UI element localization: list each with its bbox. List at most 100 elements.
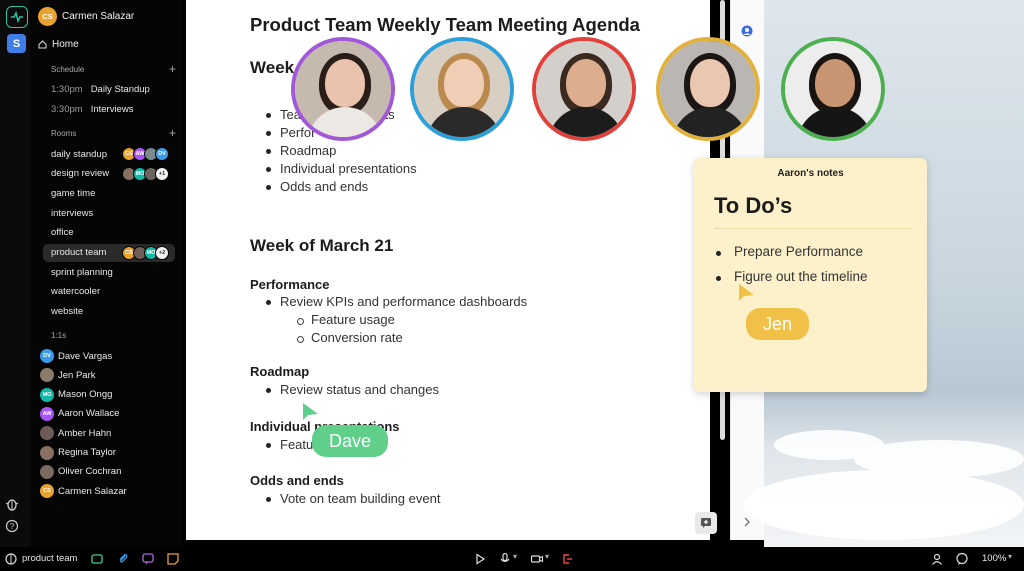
list-item: Roadmap bbox=[266, 143, 417, 161]
avatar: CS bbox=[40, 484, 54, 499]
play-icon[interactable] bbox=[473, 552, 487, 566]
room-item-sprint-planning[interactable]: sprint planning bbox=[43, 263, 175, 281]
add-schedule-icon[interactable]: + bbox=[169, 63, 176, 75]
odds-heading: Odds and ends bbox=[250, 473, 344, 488]
avatar: +2 bbox=[155, 245, 169, 260]
room-item-daily-standup[interactable]: daily standup CS AW DV bbox=[43, 145, 175, 163]
room-item-interviews[interactable]: interviews bbox=[43, 204, 175, 222]
bug-icon[interactable] bbox=[5, 497, 19, 511]
room-avatars: CS MO +2 bbox=[122, 245, 169, 260]
zoom-level[interactable]: 100% bbox=[982, 553, 1006, 564]
participant-face bbox=[325, 59, 365, 107]
avatar bbox=[40, 445, 54, 460]
dm-item[interactable]: Oliver Cochran bbox=[40, 464, 121, 479]
participant-5-video-tile[interactable] bbox=[781, 37, 885, 141]
room-item-design-review[interactable]: design review MO +1 bbox=[43, 165, 175, 183]
room-item-watercooler[interactable]: watercooler bbox=[43, 283, 175, 301]
avatar: DV bbox=[155, 147, 169, 161]
roadmap-list: Review status and changes bbox=[266, 382, 439, 400]
dave-cursor-label: Dave bbox=[312, 425, 388, 457]
note-divider bbox=[714, 228, 912, 229]
dm-item[interactable]: AW Aaron Wallace bbox=[40, 406, 120, 421]
profile-icon[interactable] bbox=[741, 25, 753, 37]
room-label: game time bbox=[51, 187, 96, 199]
comment-icon[interactable] bbox=[955, 552, 969, 566]
schedule-item[interactable]: 3:30pm Interviews bbox=[51, 104, 133, 115]
dm-item[interactable]: MO Mason Ongg bbox=[40, 387, 113, 402]
help-icon[interactable]: ? bbox=[5, 519, 19, 533]
current-user[interactable]: CS Carmen Salazar bbox=[38, 7, 134, 26]
leave-icon[interactable] bbox=[560, 552, 574, 566]
participant-face bbox=[815, 59, 855, 107]
camera-icon[interactable] bbox=[530, 552, 544, 566]
sticky-note-icon[interactable] bbox=[166, 552, 180, 566]
list-item: Featu bbox=[266, 437, 313, 455]
paperclip-icon[interactable] bbox=[116, 552, 130, 566]
bottom-toolbar: product team ▾ ▾ 100% ▾ bbox=[0, 547, 1024, 571]
room-label: office bbox=[51, 227, 74, 239]
list-item: Review KPIs and performance dashboards bbox=[266, 294, 527, 312]
chevron-down-icon[interactable]: ▾ bbox=[1008, 552, 1012, 561]
avatar: MO bbox=[40, 387, 54, 402]
schedule-title: Daily Standup bbox=[90, 84, 150, 95]
dm-name: Mason Ongg bbox=[58, 389, 113, 401]
room-label: interviews bbox=[51, 207, 94, 219]
participant-face bbox=[690, 59, 730, 107]
add-comment-button[interactable] bbox=[695, 512, 717, 534]
room-item-office[interactable]: office bbox=[43, 224, 175, 242]
screen-share-icon[interactable] bbox=[90, 552, 104, 566]
schedule-time: 3:30pm bbox=[51, 104, 83, 115]
sticky-note[interactable]: Aaron's notes To Do’s Prepare Performanc… bbox=[694, 158, 927, 392]
room-label: sprint planning bbox=[51, 266, 113, 278]
room-item-website[interactable]: website bbox=[43, 303, 175, 321]
participant-4-video-tile[interactable] bbox=[656, 37, 760, 141]
jen-cursor-icon bbox=[739, 284, 754, 301]
participant-2-video-tile[interactable] bbox=[410, 37, 514, 141]
dm-item[interactable]: Jen Park bbox=[40, 368, 96, 383]
comment-plus-icon bbox=[701, 518, 711, 528]
rooms-label: Rooms bbox=[51, 129, 77, 138]
odds-list: Vote on team building event bbox=[266, 491, 440, 509]
person-icon[interactable] bbox=[930, 552, 944, 566]
roadmap-heading: Roadmap bbox=[250, 364, 310, 379]
dm-name: Jen Park bbox=[58, 369, 96, 381]
app-logo-icon[interactable] bbox=[6, 6, 28, 28]
chat-bubble-icon[interactable] bbox=[141, 552, 155, 566]
dm-name: Aaron Wallace bbox=[58, 408, 120, 420]
performance-sublist: Feature usage Conversion rate bbox=[297, 312, 403, 348]
participant-1-video-tile[interactable] bbox=[291, 37, 395, 141]
avatar: +1 bbox=[155, 166, 169, 181]
dm-item[interactable]: Regina Taylor bbox=[40, 445, 116, 460]
week1-heading: Week bbox=[250, 58, 295, 77]
participant-3-video-tile[interactable] bbox=[532, 37, 636, 141]
microphone-icon[interactable] bbox=[498, 552, 512, 566]
note-header: Aaron's notes bbox=[777, 168, 844, 179]
room-icon[interactable] bbox=[4, 552, 18, 566]
participant-face bbox=[444, 59, 484, 107]
home-link[interactable]: Home bbox=[38, 39, 79, 50]
dave-cursor-icon bbox=[303, 403, 318, 420]
dm-item[interactable]: DV Dave Vargas bbox=[40, 349, 112, 363]
performance-list: Review KPIs and performance dashboards bbox=[266, 294, 527, 312]
room-item-product-team[interactable]: product team CS MO +2 bbox=[43, 243, 175, 262]
sub-list-item: Feature usage bbox=[297, 312, 403, 330]
room-label: website bbox=[51, 306, 84, 318]
note-title: To Do’s bbox=[714, 193, 793, 218]
chevron-right-icon[interactable] bbox=[743, 517, 751, 527]
workspace-button[interactable]: S bbox=[7, 34, 26, 53]
list-item: Vote on team building event bbox=[266, 491, 440, 509]
dm-item[interactable]: CS Carmen Salazar bbox=[40, 484, 127, 499]
performance-heading: Performance bbox=[250, 277, 330, 292]
list-item: Odds and ends bbox=[266, 179, 417, 197]
dm-item[interactable]: Amber Hahn bbox=[40, 426, 111, 441]
schedule-item[interactable]: 1:30pm Daily Standup bbox=[51, 84, 150, 95]
room-avatars: MO +1 bbox=[122, 166, 169, 181]
current-room-name[interactable]: product team bbox=[22, 553, 77, 564]
dms-label: 1:1s bbox=[51, 331, 67, 340]
room-item-game-time[interactable]: game time bbox=[43, 184, 175, 202]
add-room-icon[interactable]: + bbox=[169, 127, 176, 139]
chevron-down-icon[interactable]: ▾ bbox=[513, 552, 517, 561]
sidebar: CS Carmen Salazar Home Schedule + 1:30pm… bbox=[30, 0, 182, 547]
chevron-down-icon[interactable]: ▾ bbox=[545, 552, 549, 561]
dm-name: Carmen Salazar bbox=[58, 485, 127, 497]
